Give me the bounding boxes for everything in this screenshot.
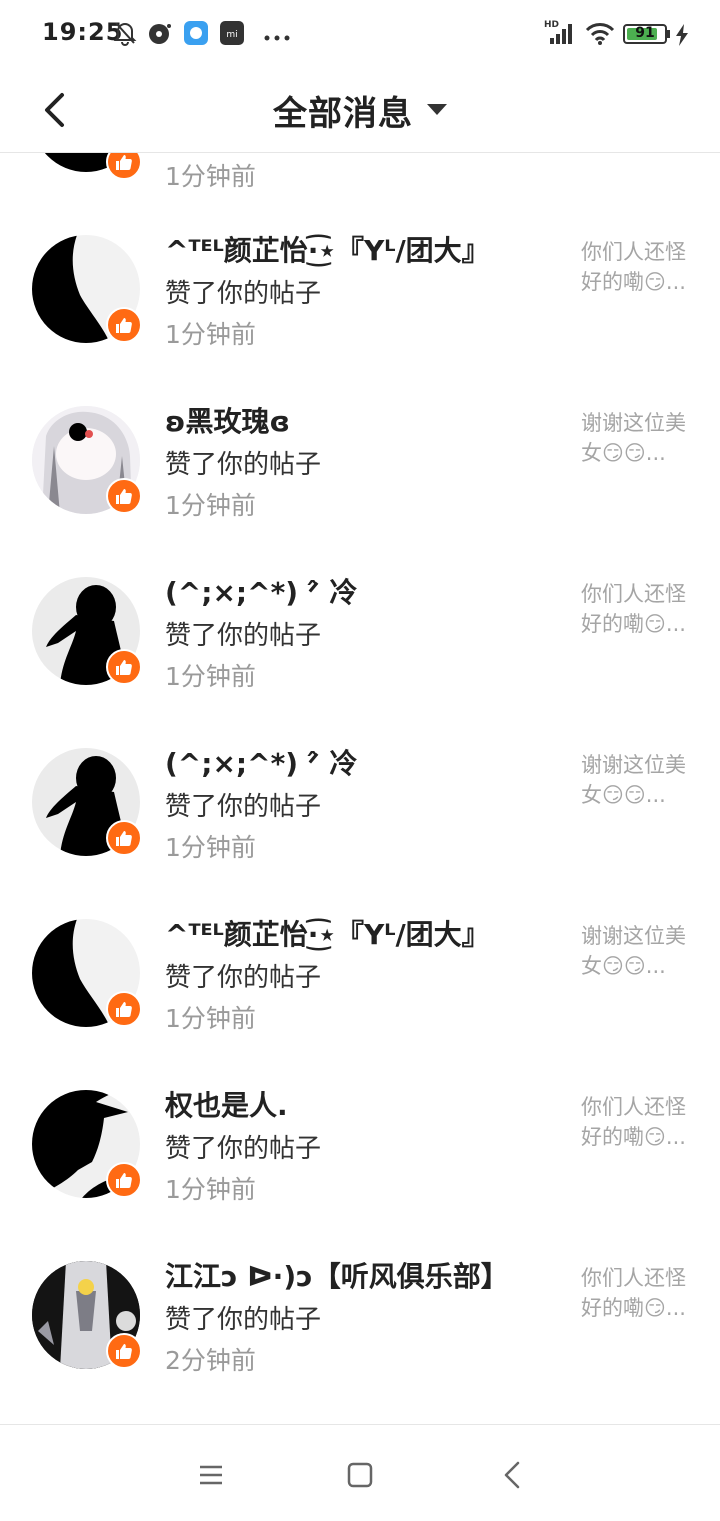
system-nav-bar [0,1424,720,1521]
thumbs-up-icon [116,318,132,333]
disc-icon [147,20,173,50]
message-action: 赞了你的帖子 [165,1134,322,1164]
bell-off-icon [113,20,137,50]
message-action: 赞了你的帖子 [165,621,322,651]
message-time: 1分钟前 [165,833,256,862]
battery-indicator: 91 [623,24,667,44]
like-badge [106,1333,142,1369]
message-time: 1分钟前 [165,1004,256,1033]
status-time: 19:25 [42,18,124,46]
message-time: 2分钟前 [165,1346,256,1375]
like-badge [106,1162,142,1198]
list-item[interactable]: ^ᵀᴱᴸ颜芷怡·͜͡⋆『Yᴸ/团大』 赞了你的帖子 1分钟前 谢谢这位美女😏😏.… [0,865,720,1036]
message-time: 1分钟前 [165,491,256,520]
post-preview[interactable]: 你们人还怪好的嘞😏... [581,579,686,639]
thumbs-up-icon [116,489,132,504]
battery-level: 91 [635,25,655,41]
system-back-button[interactable] [484,1447,540,1503]
signal-icon: HD [544,18,576,50]
like-badge [106,649,142,685]
header-bar: 全部消息 [0,70,720,153]
mi-icon: mi [219,20,245,50]
message-action: 赞了你的帖子 [165,792,322,822]
like-badge [106,991,142,1027]
menu-icon [200,1465,222,1485]
square-home-icon [347,1462,373,1488]
post-preview[interactable]: 你们人还怪好的嘞😏... [581,1092,686,1152]
post-preview[interactable]: 谢谢这位美女😏😏... [581,408,686,468]
charging-icon [675,24,689,50]
thumbs-up-icon [116,831,132,846]
page-title: 全部消息 [273,93,413,134]
list-item[interactable]: (^;×;^*) ᐟ̂ 冷 赞了你的帖子 1分钟前 你们人还怪好的嘞😏... [0,523,720,694]
list-item[interactable]: (^;×;^*) ᐟ̂ 冷 赞了你的帖子 1分钟前 谢谢这位美女😏😏... [0,694,720,865]
app-icon [183,20,209,50]
list-item[interactable]: 江江ↄ ᐅ·)ↄ【听风俱乐部】 赞了你的帖子 2分钟前 你们人还怪好的嘞😏... [0,1207,720,1378]
message-time: 1分钟前 [165,320,256,349]
post-preview[interactable]: 你们人还怪好的嘞😏... [581,237,686,297]
svg-text:mi: mi [226,30,237,40]
caret-down-icon [427,104,447,115]
triangle-back-icon [504,1461,520,1489]
message-time: 1分钟前 [165,1175,256,1204]
user-name[interactable]: ^ᵀᴱᴸ颜芷怡·͜͡⋆『Yᴸ/团大』 [165,913,490,953]
wifi-icon [585,22,615,50]
thumbs-up-icon [116,1344,132,1359]
thumbs-up-icon [116,155,132,170]
user-name[interactable]: ^ᵀᴱᴸ颜芷怡·͜͡⋆『Yᴸ/团大』 [165,229,490,269]
list-item[interactable]: 1分钟前 [0,153,720,191]
svg-text:HD: HD [544,20,559,30]
thumbs-up-icon [116,1002,132,1017]
message-action: 赞了你的帖子 [165,963,322,993]
menu-button[interactable] [183,1447,239,1503]
like-badge [106,820,142,856]
message-filter-dropdown[interactable]: 全部消息 [0,82,720,138]
user-name[interactable]: 权也是人. [165,1084,288,1124]
message-action: 赞了你的帖子 [165,279,322,309]
user-name[interactable]: ʚ黑玫瑰ɞ [165,400,290,440]
like-badge [106,478,142,514]
user-name[interactable]: (^;×;^*) ᐟ̂ 冷 [165,742,357,782]
message-list: 1分钟前 ^ᵀᴱᴸ颜芷怡·͜͡⋆『Yᴸ/团大』 赞了你的帖子 1分钟前 你们人还… [0,153,720,1423]
user-name[interactable]: (^;×;^*) ᐟ̂ 冷 [165,571,357,611]
more-dots-icon [263,28,291,47]
home-button[interactable] [332,1447,388,1503]
like-badge [106,307,142,343]
message-time: 1分钟前 [165,662,256,691]
list-item[interactable]: 权也是人. 赞了你的帖子 1分钟前 你们人还怪好的嘞😏... [0,1036,720,1207]
list-item[interactable]: ʚ黑玫瑰ɞ 赞了你的帖子 1分钟前 谢谢这位美女😏😏... [0,352,720,523]
post-preview[interactable]: 谢谢这位美女😏😏... [581,921,686,981]
post-preview[interactable]: 谢谢这位美女😏😏... [581,750,686,810]
user-name[interactable]: 江江ↄ ᐅ·)ↄ【听风俱乐部】 [165,1255,509,1295]
message-action: 赞了你的帖子 [165,450,322,480]
status-bar: 19:25 mi HD 91 [0,0,720,70]
post-preview[interactable]: 你们人还怪好的嘞😏... [581,1263,686,1323]
list-item[interactable]: ^ᵀᴱᴸ颜芷怡·͜͡⋆『Yᴸ/团大』 赞了你的帖子 1分钟前 你们人还怪好的嘞😏… [0,181,720,352]
thumbs-up-icon [116,660,132,675]
like-badge [106,153,142,180]
thumbs-up-icon [116,1173,132,1188]
message-action: 赞了你的帖子 [165,1305,322,1335]
